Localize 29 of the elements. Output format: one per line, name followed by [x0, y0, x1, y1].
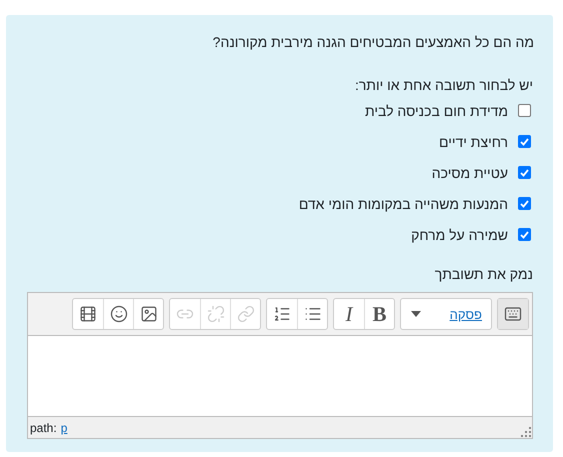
- link-icon: [236, 305, 254, 323]
- bold-button[interactable]: B: [364, 299, 394, 329]
- path-label: path:: [30, 420, 57, 434]
- option-label: מדידת חום בכניסה לבית: [364, 102, 508, 118]
- keyboard-icon: [504, 305, 522, 323]
- checkbox[interactable]: [518, 104, 531, 117]
- checkbox[interactable]: [518, 166, 531, 179]
- checkbox[interactable]: [518, 197, 531, 210]
- unlink-icon: [206, 305, 224, 323]
- question-text: מה הם כל האמצעים המבטיחים הגנה מירבית מקורונה?: [212, 33, 534, 52]
- option-label: עטיית מסיכה: [432, 164, 508, 180]
- checkbox[interactable]: [518, 228, 531, 241]
- keyboard-button[interactable]: [498, 299, 528, 329]
- instruction-text: יש לבחור תשובה אחת או יותר:: [354, 76, 533, 95]
- caret-icon: [411, 311, 421, 317]
- path-link[interactable]: p: [60, 420, 68, 434]
- option-label: המנעות משהייה במקומות הומי אדם: [298, 196, 508, 212]
- italic-button[interactable]: I: [334, 299, 364, 329]
- smiley-icon: [110, 305, 128, 323]
- option-label: שמירה על מרחק: [411, 226, 508, 242]
- option-label: רחיצת ידיים: [439, 134, 508, 150]
- format-dropdown[interactable]: פסקה: [401, 299, 491, 329]
- numbered-list-icon: [273, 305, 291, 323]
- checkbox[interactable]: [518, 135, 531, 148]
- bullet-list-icon: [304, 305, 322, 323]
- film-icon: [79, 305, 97, 323]
- explanation-label: נמק את תשובתך: [434, 265, 533, 284]
- resize-grip-icon[interactable]: [519, 425, 531, 437]
- image-icon: [140, 305, 158, 323]
